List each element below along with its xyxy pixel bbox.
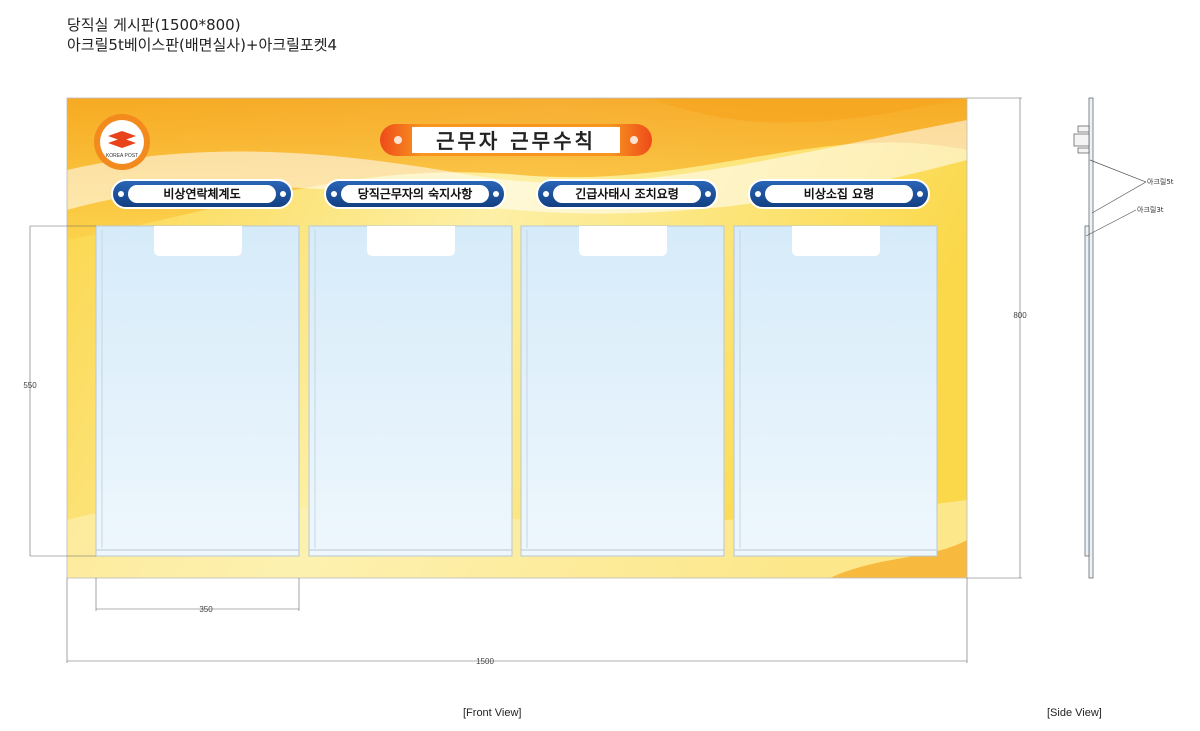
board-title: 근무자 근무수칙: [436, 129, 596, 153]
pocket-label: 비상연락체계도: [163, 186, 240, 201]
pocket-3: 긴급사태시 조치요령: [520, 179, 725, 557]
side-view-drawing: [1073, 97, 1147, 579]
dimension-board-height: [967, 97, 1022, 579]
title-banner: 근무자 근무수칙: [380, 124, 652, 156]
pocket-2: 당직근무자의 숙지사항: [308, 179, 513, 557]
logo-text: KOREA POST: [106, 153, 138, 159]
korea-post-logo: KOREA POST: [94, 114, 150, 170]
pocket-1: 비상연락체계도: [95, 179, 300, 557]
callout-acrylic-3t: 아크릴3t: [1137, 206, 1164, 214]
dim-label-1500: 1500: [476, 657, 494, 666]
pocket-label: 비상소집 요령: [804, 186, 874, 201]
dim-label-350: 350: [199, 605, 213, 614]
pocket-label: 당직근무자의 숙지사항: [358, 186, 473, 201]
callout-acrylic-5t: 아크릴5t: [1147, 178, 1174, 186]
technical-drawing: KOREA POST 근무자 근무수칙 비상연락체계도 당직근무자의 숙지사항: [23, 97, 1147, 666]
dim-label-550: 550: [23, 381, 37, 390]
pocket-label: 긴급사태시 조치요령: [575, 186, 679, 201]
dimension-board-width: [66, 578, 968, 663]
pocket-4: 비상소집 요령: [733, 179, 938, 557]
front-view-label: [Front View]: [463, 707, 522, 719]
dim-label-800: 800: [1013, 311, 1027, 320]
side-view-label: [Side View]: [1047, 707, 1102, 719]
dimension-pocket-width: [95, 578, 300, 611]
